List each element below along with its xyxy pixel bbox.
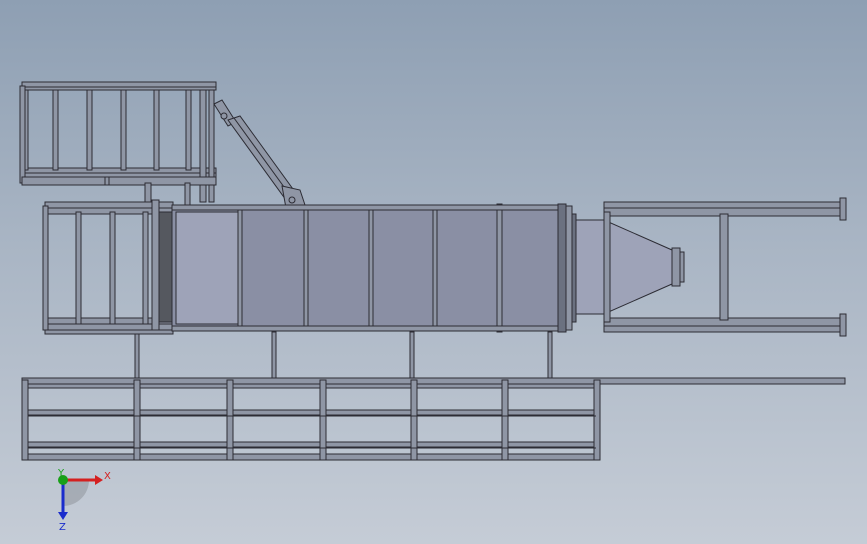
z-axis-label: Z [59,522,66,533]
side-ladder [42,199,174,335]
orientation-triad: X Y Z [57,468,111,533]
walkway-railing [21,377,846,461]
cone-transition [575,219,685,315]
y-axis-label: Y [57,468,65,479]
x-axis-label: X [104,471,111,482]
model-drawing: X Y Z [19,81,847,533]
cad-viewport[interactable]: X Y Z [0,0,867,544]
main-duct [171,203,577,333]
upper-ladder [19,81,217,206]
support-posts [134,331,553,381]
diagonal-brace [213,99,307,209]
